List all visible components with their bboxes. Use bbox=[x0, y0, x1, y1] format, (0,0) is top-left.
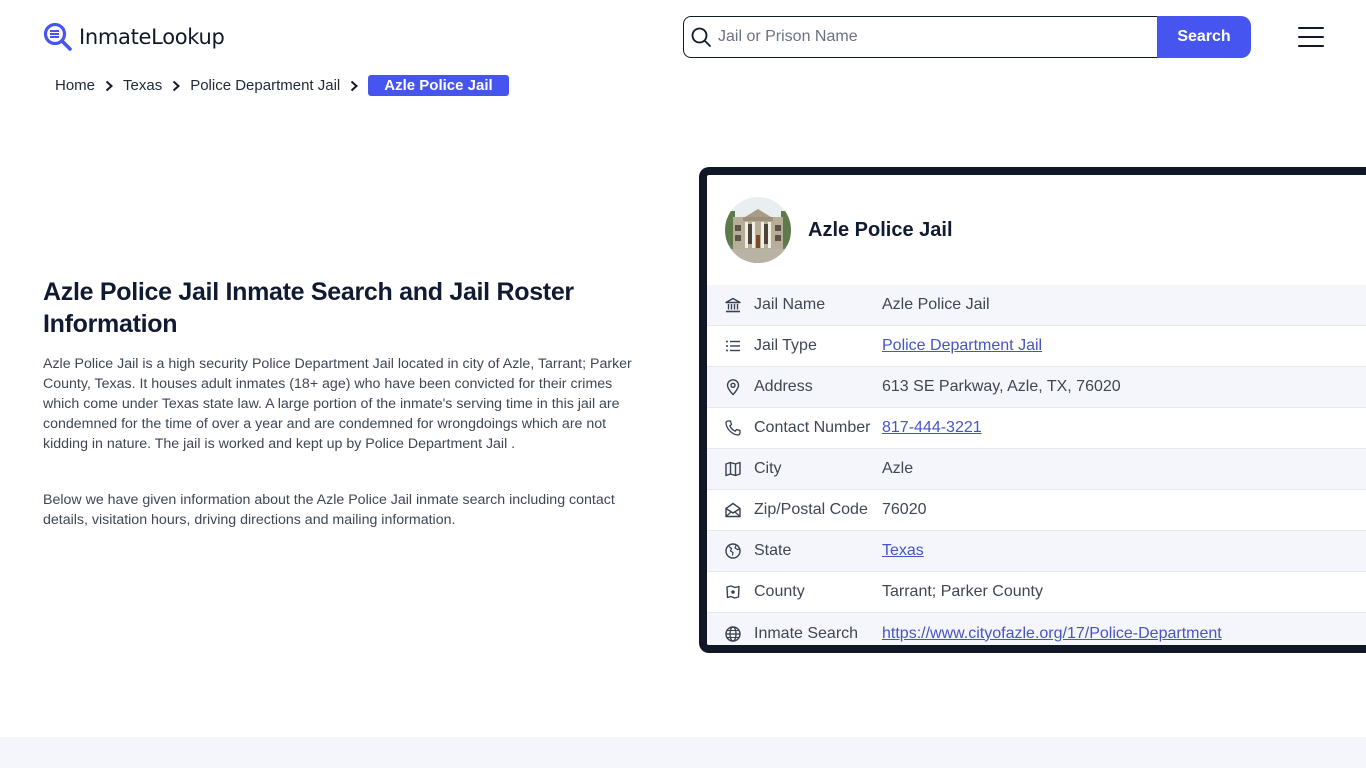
phone-link[interactable]: 817-444-3221 bbox=[882, 419, 982, 437]
row-label: Jail Type bbox=[754, 337, 817, 354]
info-row-contact-number: Contact Number 817-444-3221 bbox=[707, 408, 1366, 449]
info-row-inmate-search: Inmate Search https://www.cityofazle.org… bbox=[707, 613, 1366, 645]
breadcrumb-home[interactable]: Home bbox=[55, 77, 95, 94]
chevron-right-icon bbox=[105, 80, 114, 91]
breadcrumb: Home Texas Police Department Jail Azle P… bbox=[55, 75, 509, 96]
menu-line bbox=[1298, 45, 1324, 47]
info-row-state: State Texas bbox=[707, 531, 1366, 572]
info-row-county: County Tarrant; Parker County bbox=[707, 572, 1366, 613]
row-value: 76020 bbox=[882, 501, 927, 518]
info-table: Jail Name Azle Police Jail Jail Type Pol… bbox=[707, 285, 1366, 645]
county-map-icon bbox=[726, 585, 740, 599]
row-label: Jail Name bbox=[754, 296, 826, 313]
phone-icon bbox=[725, 420, 741, 436]
mail-open-icon bbox=[725, 502, 741, 518]
row-value: 613 SE Parkway, Azle, TX, 76020 bbox=[882, 378, 1121, 395]
menu-line bbox=[1298, 36, 1324, 38]
menu-line bbox=[1298, 27, 1324, 29]
breadcrumb-police-department-jail[interactable]: Police Department Jail bbox=[190, 77, 340, 94]
row-label: City bbox=[754, 460, 782, 477]
bank-building-icon bbox=[725, 297, 741, 313]
map-icon bbox=[725, 461, 741, 477]
jail-type-link[interactable]: Police Department Jail bbox=[882, 337, 1042, 355]
info-row-address: Address 613 SE Parkway, Azle, TX, 76020 bbox=[707, 367, 1366, 408]
chevron-right-icon bbox=[351, 80, 359, 91]
courthouse-image bbox=[725, 197, 791, 263]
row-label: Inmate Search bbox=[754, 624, 859, 642]
intro-paragraph: Azle Police Jail is a high security Poli… bbox=[43, 356, 632, 452]
breadcrumb-current: Azle Police Jail bbox=[368, 75, 509, 96]
search-icon bbox=[691, 27, 711, 47]
row-label: Zip/Postal Code bbox=[754, 501, 868, 518]
page-title: Azle Police Jail Inmate Search and Jail … bbox=[43, 278, 574, 338]
search-input[interactable] bbox=[712, 18, 1157, 56]
row-label: Address bbox=[754, 378, 813, 395]
search-button[interactable]: Search bbox=[1157, 16, 1251, 58]
search-field bbox=[683, 16, 1157, 58]
state-link[interactable]: Texas bbox=[882, 542, 924, 560]
row-label: County bbox=[754, 583, 805, 600]
map-pin-icon bbox=[726, 379, 740, 396]
globe-region-icon bbox=[725, 543, 741, 559]
jail-info-card: Azle Police Jail Jail Name Azle Police J… bbox=[699, 167, 1366, 653]
row-label: Contact Number bbox=[754, 419, 871, 436]
info-row-zip: Zip/Postal Code 76020 bbox=[707, 490, 1366, 531]
row-value: Tarrant; Parker County bbox=[882, 583, 1043, 600]
info-row-city: City Azle bbox=[707, 449, 1366, 490]
inmate-search-link[interactable]: https://www.cityofazle.org/17/Police-Dep… bbox=[882, 625, 1222, 643]
search-form: Search bbox=[683, 16, 1251, 58]
magnifier-logo-icon bbox=[43, 22, 72, 51]
row-label: State bbox=[754, 542, 792, 559]
hamburger-menu-icon[interactable] bbox=[1296, 24, 1326, 50]
info-row-jail-name: Jail Name Azle Police Jail bbox=[707, 285, 1366, 326]
card-title: Azle Police Jail bbox=[808, 218, 953, 241]
globe-icon bbox=[725, 625, 741, 642]
footer-section bbox=[0, 737, 1366, 768]
chevron-right-icon bbox=[173, 80, 181, 91]
card-header: Azle Police Jail bbox=[707, 175, 1366, 285]
row-value: Azle Police Jail bbox=[882, 296, 990, 313]
logo-text: InmateLookup bbox=[79, 25, 225, 49]
info-row-jail-type: Jail Type Police Department Jail bbox=[707, 326, 1366, 367]
logo-link[interactable]: InmateLookup bbox=[43, 22, 225, 52]
jail-avatar bbox=[725, 197, 791, 263]
summary-paragraph: Below we have given information about th… bbox=[43, 492, 615, 528]
breadcrumb-texas[interactable]: Texas bbox=[123, 77, 162, 94]
list-icon bbox=[726, 340, 740, 352]
row-value: Azle bbox=[882, 460, 914, 477]
